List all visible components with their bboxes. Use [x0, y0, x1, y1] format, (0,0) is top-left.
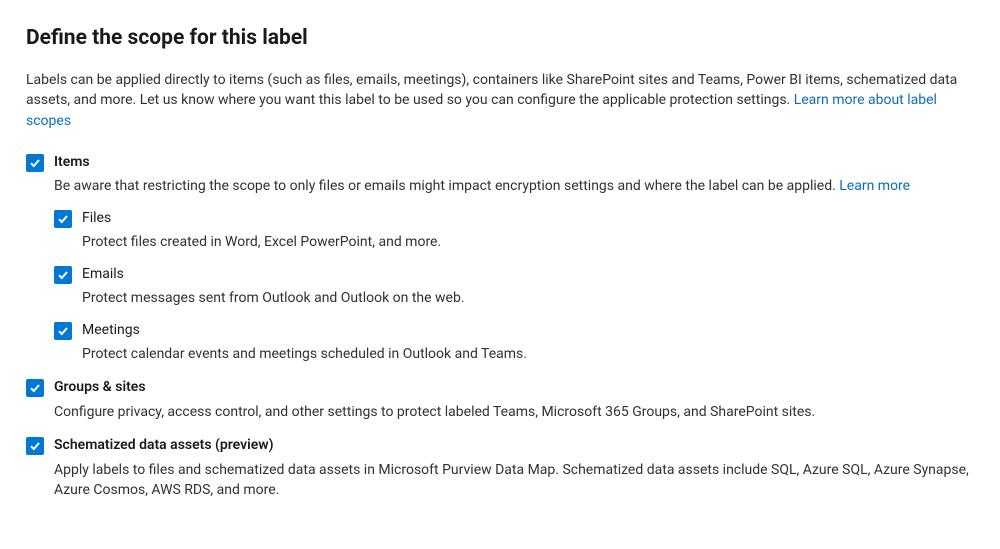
items-learn-more-link[interactable]: Learn more: [839, 178, 910, 194]
checkmark-icon: [57, 213, 69, 225]
checkmark-icon: [29, 382, 41, 394]
option-schematized-label: Schematized data assets (preview): [54, 436, 974, 456]
checkmark-icon: [29, 157, 41, 169]
checkmark-icon: [57, 325, 69, 337]
option-items-desc-text: Be aware that restricting the scope to o…: [54, 178, 839, 194]
intro-paragraph: Labels can be applied directly to items …: [26, 70, 974, 131]
option-schematized: Schematized data assets (preview) Apply …: [26, 436, 974, 500]
checkbox-schematized[interactable]: [26, 437, 44, 455]
sub-option-emails-label: Emails: [82, 265, 974, 285]
checkbox-emails[interactable]: [54, 266, 72, 284]
sub-option-meetings: Meetings Protect calendar events and mee…: [54, 321, 974, 365]
option-groups-label: Groups & sites: [54, 378, 974, 398]
checkmark-icon: [57, 269, 69, 281]
checkbox-items[interactable]: [26, 154, 44, 172]
option-groups-desc: Configure privacy, access control, and o…: [54, 402, 974, 422]
sub-option-files-label: Files: [82, 209, 974, 229]
option-items-desc: Be aware that restricting the scope to o…: [54, 176, 974, 196]
checkbox-files[interactable]: [54, 210, 72, 228]
option-groups: Groups & sites Configure privacy, access…: [26, 378, 974, 422]
sub-option-emails-desc: Protect messages sent from Outlook and O…: [82, 288, 974, 308]
checkbox-meetings[interactable]: [54, 322, 72, 340]
sub-option-files-desc: Protect files created in Word, Excel Pow…: [82, 232, 974, 252]
sub-option-meetings-desc: Protect calendar events and meetings sch…: [82, 344, 974, 364]
option-schematized-desc: Apply labels to files and schematized da…: [54, 460, 974, 501]
page-title: Define the scope for this label: [26, 26, 974, 50]
sub-option-emails: Emails Protect messages sent from Outloo…: [54, 265, 974, 309]
sub-option-meetings-label: Meetings: [82, 321, 974, 341]
sub-option-files: Files Protect files created in Word, Exc…: [54, 209, 974, 253]
option-items-label: Items: [54, 153, 974, 173]
checkmark-icon: [29, 440, 41, 452]
checkbox-groups[interactable]: [26, 379, 44, 397]
option-items: Items Be aware that restricting the scop…: [26, 153, 974, 365]
